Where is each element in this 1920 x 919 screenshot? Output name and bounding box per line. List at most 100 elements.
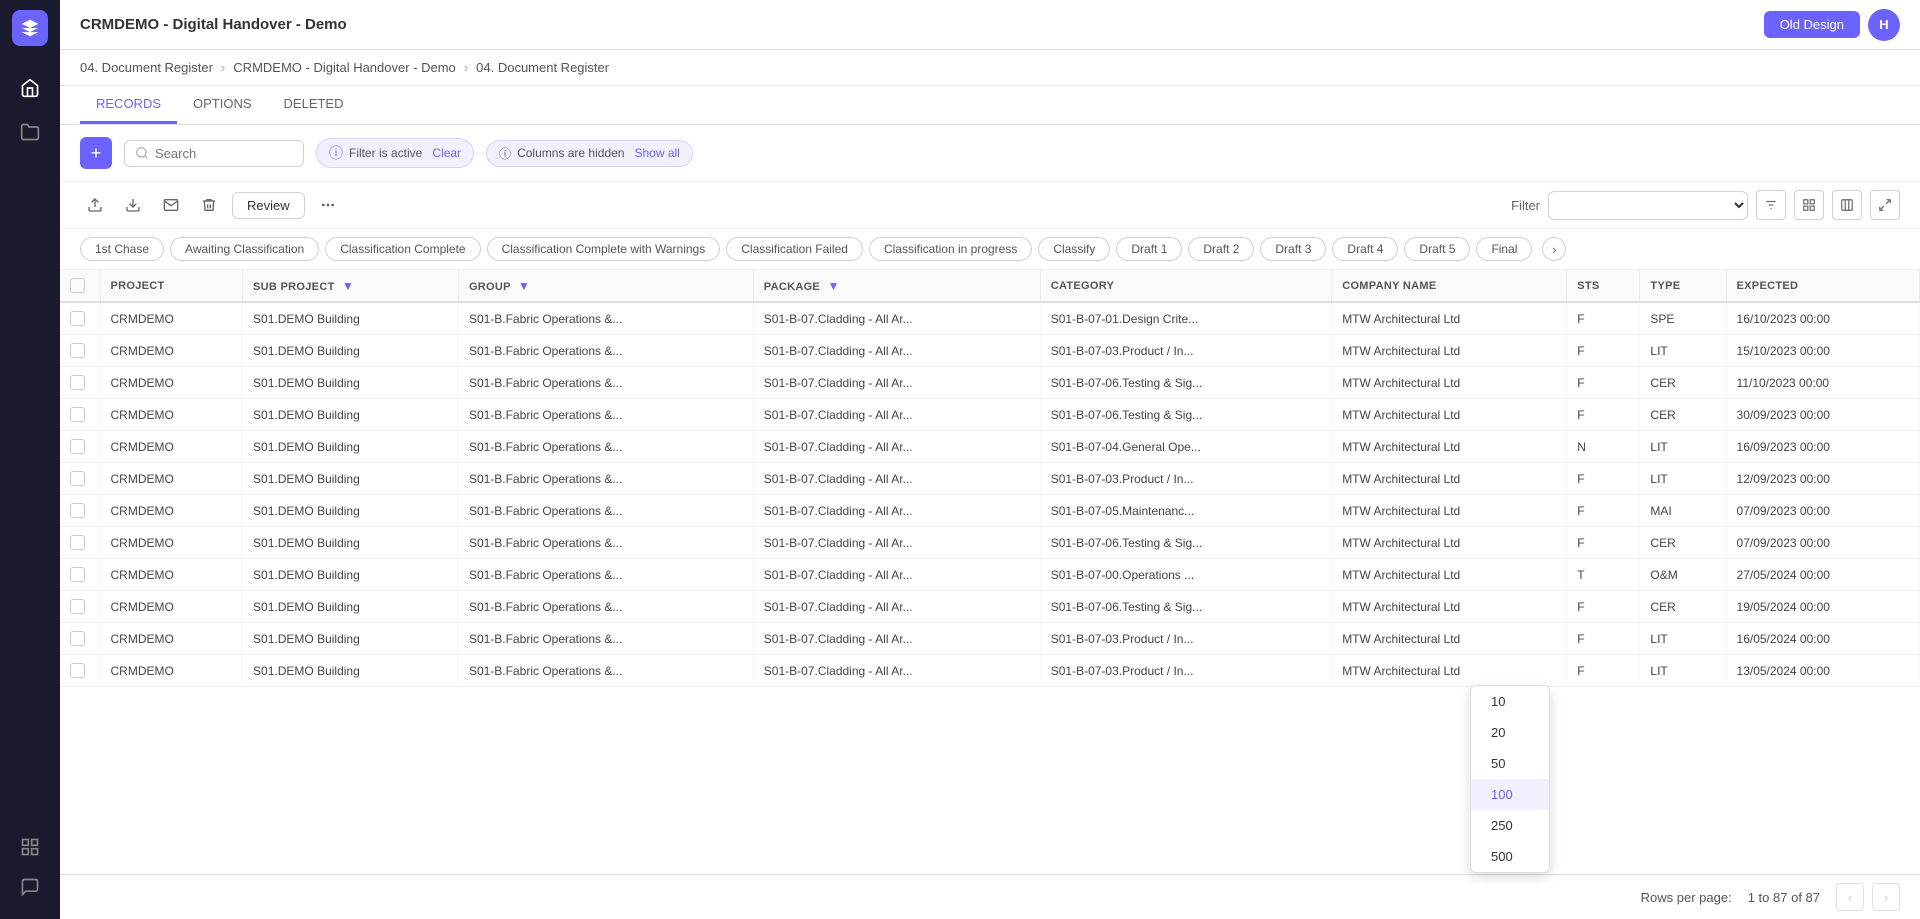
pill-draft-1[interactable]: Draft 1 xyxy=(1116,237,1182,261)
cell-type: LIT xyxy=(1640,463,1726,495)
email-icon[interactable] xyxy=(156,190,186,220)
download-icon[interactable] xyxy=(118,190,148,220)
pill-classification-complete-warnings[interactable]: Classification Complete with Warnings xyxy=(487,237,721,261)
filter-active-label: Filter is active xyxy=(349,146,422,160)
tab-deleted[interactable]: DELETED xyxy=(268,86,360,124)
group-filter-icon[interactable]: ▼ xyxy=(518,279,530,293)
view-toggle-btn[interactable] xyxy=(1794,190,1824,220)
row-checkbox[interactable] xyxy=(60,623,100,655)
cell-sub-project: S01.DEMO Building xyxy=(243,495,459,527)
pill-classification-failed[interactable]: Classification Failed xyxy=(726,237,863,261)
pill-final[interactable]: Final xyxy=(1476,237,1532,261)
col-expected: EXPECTED xyxy=(1726,270,1919,302)
breadcrumb-project[interactable]: CRMDEMO - Digital Handover - Demo xyxy=(233,60,456,75)
table-row: CRMDEMO S01.DEMO Building S01-B.Fabric O… xyxy=(60,591,1920,623)
more-options-icon[interactable] xyxy=(313,190,343,220)
cell-package: S01-B-07.Cladding - All Ar... xyxy=(753,399,1040,431)
row-checkbox[interactable] xyxy=(60,399,100,431)
rows-option-250[interactable]: 250 xyxy=(1471,810,1549,841)
columns-toggle-btn[interactable] xyxy=(1832,190,1862,220)
col-type: TYPE xyxy=(1640,270,1726,302)
avatar[interactable]: H xyxy=(1868,9,1900,41)
prev-page-btn[interactable]: ‹ xyxy=(1836,883,1864,911)
cell-category: S01-B-07-06.Testing & Sig... xyxy=(1040,591,1331,623)
select-all-checkbox[interactable] xyxy=(70,278,85,293)
row-checkbox[interactable] xyxy=(60,559,100,591)
sidebar-item-chat[interactable] xyxy=(12,869,48,905)
tab-records[interactable]: RECORDS xyxy=(80,86,177,124)
pill-draft-3[interactable]: Draft 3 xyxy=(1260,237,1326,261)
sub-project-filter-icon[interactable]: ▼ xyxy=(342,279,354,293)
status-pills-bar: 1st Chase Awaiting Classification Classi… xyxy=(60,229,1920,270)
table-row: CRMDEMO S01.DEMO Building S01-B.Fabric O… xyxy=(60,559,1920,591)
cell-type: CER xyxy=(1640,399,1726,431)
data-table-container: PROJECT SUB PROJECT ▼ GROUP ▼ PACKAGE ▼ … xyxy=(60,270,1920,874)
upload-icon[interactable] xyxy=(80,190,110,220)
row-checkbox[interactable] xyxy=(60,302,100,335)
row-checkbox[interactable] xyxy=(60,495,100,527)
pill-classification-complete[interactable]: Classification Complete xyxy=(325,237,480,261)
breadcrumb-module[interactable]: 04. Document Register xyxy=(80,60,213,75)
pills-nav-next[interactable]: › xyxy=(1542,237,1566,261)
pill-1st-chase[interactable]: 1st Chase xyxy=(80,237,164,261)
old-design-button[interactable]: Old Design xyxy=(1764,11,1860,38)
rows-option-10[interactable]: 10 xyxy=(1471,686,1549,717)
filter-label: Filter xyxy=(1511,198,1540,213)
cell-category: S01-B-07-03.Product / In... xyxy=(1040,463,1331,495)
cell-company-name: MTW Architectural Ltd xyxy=(1332,559,1567,591)
row-checkbox[interactable] xyxy=(60,655,100,687)
col-category: CATEGORY xyxy=(1040,270,1331,302)
sidebar-item-dashboard[interactable] xyxy=(12,829,48,865)
add-button[interactable]: + xyxy=(80,137,112,169)
filter-icon-btn[interactable] xyxy=(1756,190,1786,220)
cell-type: CER xyxy=(1640,367,1726,399)
filter-active-banner: ⓘ Filter is active Clear xyxy=(316,138,474,168)
cell-expected: 15/10/2023 00:00 xyxy=(1726,335,1919,367)
cell-company-name: MTW Architectural Ltd xyxy=(1332,335,1567,367)
cell-type: MAI xyxy=(1640,495,1726,527)
tab-options[interactable]: OPTIONS xyxy=(177,86,268,124)
rows-option-500[interactable]: 500 xyxy=(1471,841,1549,872)
table-row: CRMDEMO S01.DEMO Building S01-B.Fabric O… xyxy=(60,367,1920,399)
sidebar-item-home[interactable] xyxy=(12,70,48,106)
row-checkbox[interactable] xyxy=(60,431,100,463)
rows-option-50[interactable]: 50 xyxy=(1471,748,1549,779)
filter-dropdown[interactable] xyxy=(1548,191,1748,220)
search-input[interactable] xyxy=(155,146,275,161)
col-project: PROJECT xyxy=(100,270,243,302)
row-checkbox[interactable] xyxy=(60,367,100,399)
sidebar-item-folder[interactable] xyxy=(12,114,48,150)
package-filter-icon[interactable]: ▼ xyxy=(827,279,839,293)
row-checkbox[interactable] xyxy=(60,335,100,367)
table-header-row: PROJECT SUB PROJECT ▼ GROUP ▼ PACKAGE ▼ … xyxy=(60,270,1920,302)
cell-package: S01-B-07.Cladding - All Ar... xyxy=(753,463,1040,495)
pill-classify[interactable]: Classify xyxy=(1038,237,1110,261)
rows-option-20[interactable]: 20 xyxy=(1471,717,1549,748)
app-logo[interactable] xyxy=(12,10,48,46)
row-checkbox[interactable] xyxy=(60,463,100,495)
cell-package: S01-B-07.Cladding - All Ar... xyxy=(753,591,1040,623)
cell-sub-project: S01.DEMO Building xyxy=(243,463,459,495)
cell-expected: 07/09/2023 00:00 xyxy=(1726,495,1919,527)
pill-draft-5[interactable]: Draft 5 xyxy=(1404,237,1470,261)
delete-icon[interactable] xyxy=(194,190,224,220)
col-sts: STS xyxy=(1567,270,1640,302)
cell-group: S01-B.Fabric Operations &... xyxy=(458,431,753,463)
rows-option-100[interactable]: 100 xyxy=(1471,779,1549,810)
search-box xyxy=(124,140,304,167)
pill-draft-4[interactable]: Draft 4 xyxy=(1332,237,1398,261)
fullscreen-btn[interactable] xyxy=(1870,190,1900,220)
row-checkbox[interactable] xyxy=(60,591,100,623)
cell-company-name: MTW Architectural Ltd xyxy=(1332,399,1567,431)
row-checkbox[interactable] xyxy=(60,527,100,559)
review-button[interactable]: Review xyxy=(232,192,305,219)
show-all-button[interactable]: Show all xyxy=(634,146,679,160)
cell-project: CRMDEMO xyxy=(100,431,243,463)
clear-filter-button[interactable]: Clear xyxy=(432,146,461,160)
cell-expected: 16/09/2023 00:00 xyxy=(1726,431,1919,463)
next-page-btn[interactable]: › xyxy=(1872,883,1900,911)
cell-type: O&M xyxy=(1640,559,1726,591)
pill-draft-2[interactable]: Draft 2 xyxy=(1188,237,1254,261)
pill-awaiting-classification[interactable]: Awaiting Classification xyxy=(170,237,319,261)
pill-classification-in-progress[interactable]: Classification in progress xyxy=(869,237,1032,261)
